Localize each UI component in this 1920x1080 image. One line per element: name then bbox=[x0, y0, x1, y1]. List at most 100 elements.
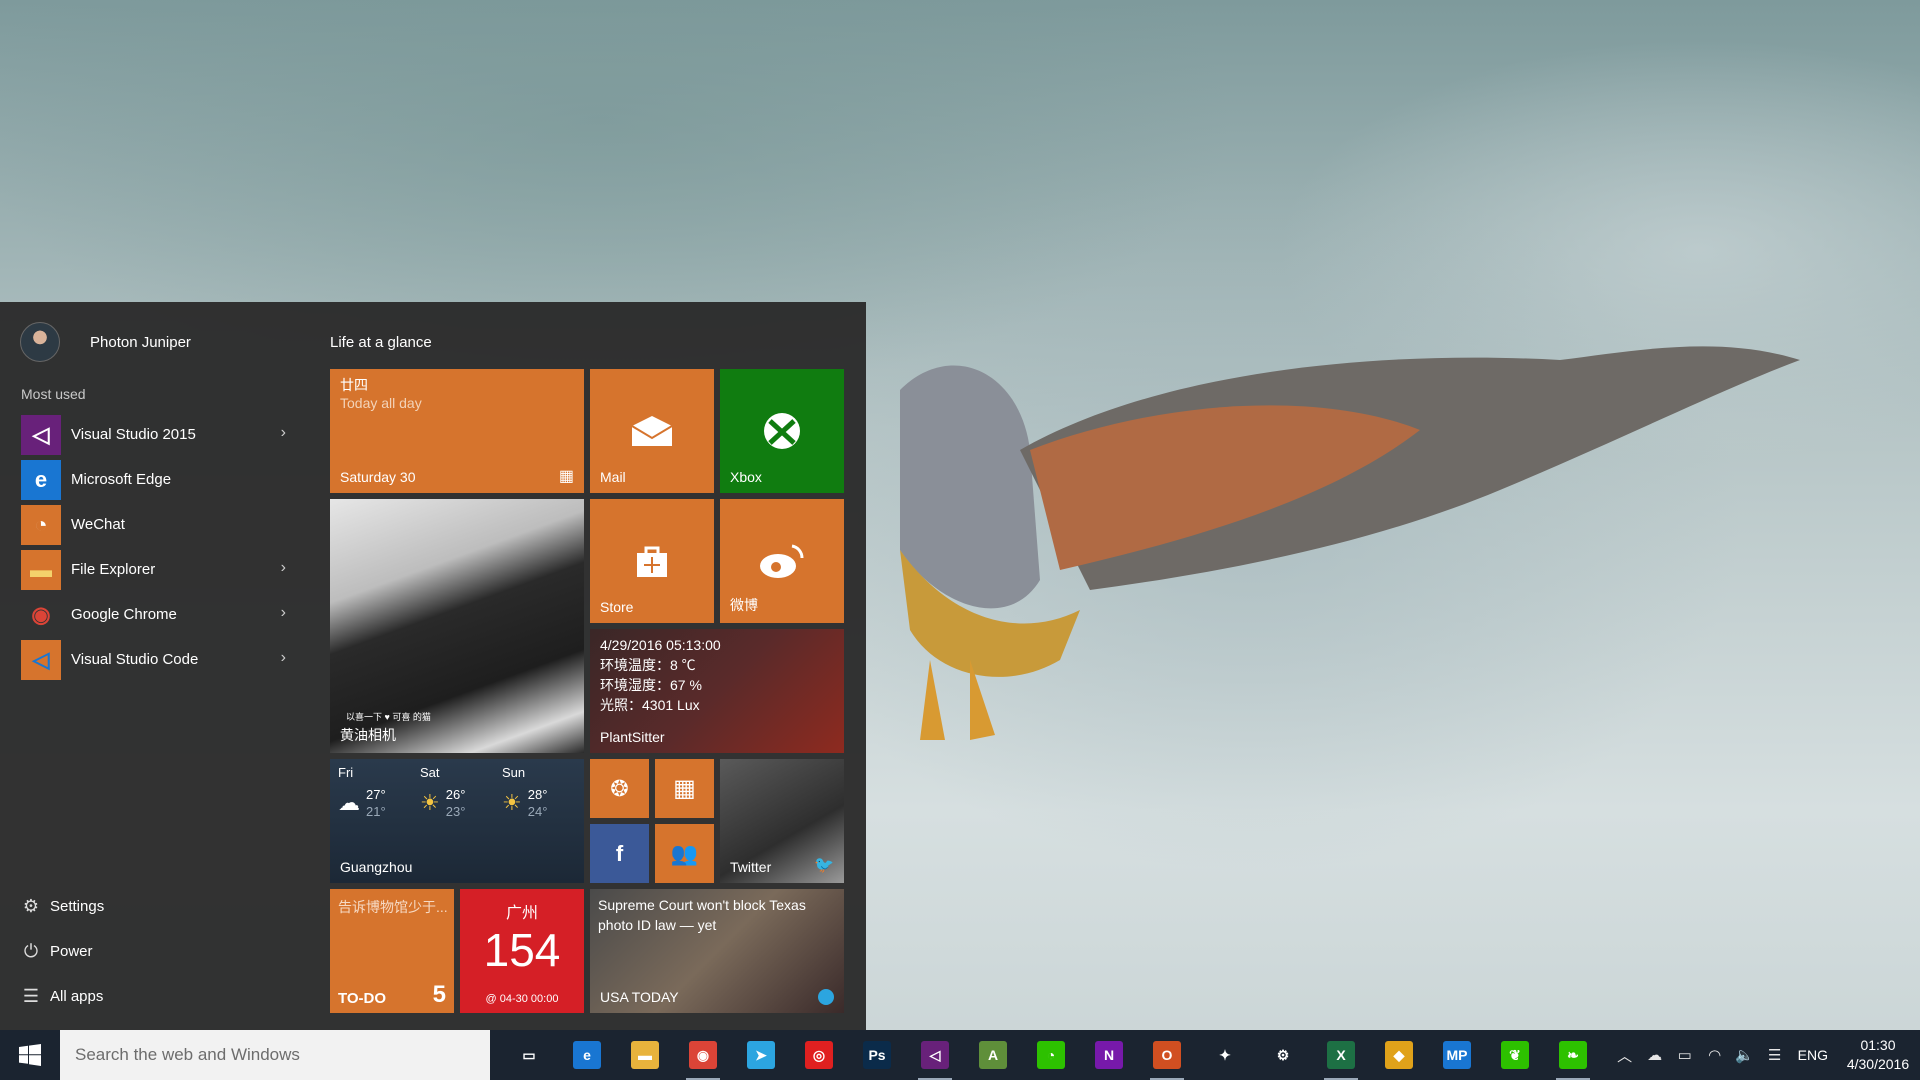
taskbar-app-button[interactable]: ✦ bbox=[1196, 1030, 1254, 1080]
taskbar-app-button[interactable]: ❧ bbox=[1544, 1030, 1602, 1080]
calculator-tile[interactable]: ▦ bbox=[655, 759, 714, 818]
language-indicator[interactable]: ENG bbox=[1798, 1047, 1828, 1063]
search-input[interactable]: Search the web and Windows bbox=[60, 1030, 490, 1080]
leaf-icon: ❦ bbox=[1501, 1041, 1529, 1069]
action-center-icon[interactable]: ☰ bbox=[1760, 1046, 1790, 1064]
all-apps-button[interactable]: ☰ All apps bbox=[20, 974, 104, 1019]
xbox-tile[interactable]: Xbox bbox=[720, 369, 844, 493]
app-item-microsoft-edge[interactable]: e Microsoft Edge bbox=[0, 457, 312, 502]
chevron-up-icon[interactable]: ︿ bbox=[1610, 1045, 1640, 1066]
globe-icon: ❂ bbox=[610, 775, 629, 801]
store-label: Store bbox=[600, 599, 634, 615]
app-label: Visual Studio Code bbox=[71, 651, 199, 668]
todo-tile[interactable]: 告诉博物馆少于... TO-DO 5 bbox=[330, 889, 454, 1013]
twitter-tile[interactable]: Twitter 🐦 bbox=[720, 759, 844, 883]
battery-icon[interactable]: ▭ bbox=[1670, 1046, 1700, 1064]
taskbar-app-button[interactable]: ⚙ bbox=[1254, 1030, 1312, 1080]
start-button[interactable] bbox=[0, 1030, 60, 1080]
news-source: USA TODAY bbox=[600, 989, 679, 1005]
taskbar-app-button[interactable]: ❦ bbox=[1486, 1030, 1544, 1080]
taskbar: Search the web and Windows ▭ e ▬ ◉ ➤ ◎ Ps ◁ A ◔ N O… bbox=[0, 1030, 1920, 1080]
onenote-icon: N bbox=[1095, 1041, 1123, 1069]
taskbar-app-button[interactable]: ◆ bbox=[1370, 1030, 1428, 1080]
photo-app-tile[interactable]: 以喜一下 ♥ 可喜 的猫 黄油相机 bbox=[330, 499, 584, 753]
app-item-visual-studio-2015[interactable]: ◁ Visual Studio 2015 › bbox=[0, 412, 312, 457]
calendar-event: Today all day bbox=[340, 395, 422, 411]
user-account[interactable]: Photon Juniper bbox=[20, 322, 191, 362]
taskbar-app-button[interactable]: ◉ bbox=[674, 1030, 732, 1080]
wallpaper-bird-image bbox=[900, 346, 1800, 740]
taskbar-app-button[interactable]: ➤ bbox=[732, 1030, 790, 1080]
taskbar-app-button[interactable]: ◎ bbox=[790, 1030, 848, 1080]
onedrive-icon[interactable]: ☁ bbox=[1640, 1046, 1670, 1064]
forecast-high: 28° bbox=[527, 787, 548, 802]
app-item-wechat[interactable]: ◔ WeChat bbox=[0, 502, 312, 547]
taskbar-app-button[interactable]: ▭ bbox=[500, 1030, 558, 1080]
todo-label: TO-DO bbox=[338, 990, 387, 1007]
forecast-low: 21° bbox=[366, 804, 386, 819]
app-item-google-chrome[interactable]: ◉ Google Chrome › bbox=[0, 592, 312, 637]
taskbar-app-button[interactable]: ▬ bbox=[616, 1030, 674, 1080]
taskbar-app-button[interactable]: MP bbox=[1428, 1030, 1486, 1080]
taskbar-app-button[interactable]: ◔ bbox=[1022, 1030, 1080, 1080]
power-icon: ⏻ bbox=[23, 941, 39, 961]
all-apps-label: All apps bbox=[50, 988, 104, 1005]
news-tile[interactable]: Supreme Court won't block Texas photo ID… bbox=[590, 889, 844, 1013]
visual-studio-icon: ◁ bbox=[21, 414, 61, 455]
excel-icon: X bbox=[1327, 1041, 1355, 1069]
taskbar-app-button[interactable]: Ps bbox=[848, 1030, 906, 1080]
power-button[interactable]: ⏻ Power bbox=[20, 929, 104, 974]
app-item-visual-studio-code[interactable]: ◁ Visual Studio Code › bbox=[0, 637, 312, 682]
facebook-tile[interactable]: f bbox=[590, 824, 649, 883]
weather-tile[interactable]: Fri ☁ 27° 21° Sat ☀ 26° 23° Sun ☀ 28° 24… bbox=[330, 759, 584, 883]
app-item-file-explorer[interactable]: ▬ File Explorer › bbox=[0, 547, 312, 592]
chevron-right-icon[interactable]: › bbox=[281, 649, 286, 667]
chevron-right-icon[interactable]: › bbox=[281, 604, 286, 622]
air-quality-tile[interactable]: 广州 154 @ 04-30 00:00 bbox=[460, 889, 584, 1013]
twitter-label: Twitter bbox=[730, 859, 772, 875]
people-tile[interactable]: 👥 bbox=[655, 824, 714, 883]
store-tile[interactable]: Store bbox=[590, 499, 714, 623]
chrome-icon: ◉ bbox=[31, 601, 51, 627]
wifi-icon[interactable]: ◠ bbox=[1700, 1046, 1730, 1064]
plantsitter-label: PlantSitter bbox=[600, 729, 665, 745]
chrome-icon: ◉ bbox=[689, 1041, 717, 1069]
forecast-day-name: Fri bbox=[338, 765, 354, 780]
taskbar-app-button[interactable]: ◁ bbox=[906, 1030, 964, 1080]
gear-icon: ⚙ bbox=[22, 896, 40, 916]
taskbar-app-button[interactable]: A bbox=[964, 1030, 1022, 1080]
calendar-tile[interactable]: 廿四 Today all day Saturday 30 ▦ bbox=[330, 369, 584, 493]
forecast-day-name: Sun bbox=[502, 765, 526, 780]
weibo-tile[interactable]: 微博 bbox=[720, 499, 844, 623]
weather-location: Guangzhou bbox=[340, 859, 413, 875]
taskbar-app-button[interactable]: O bbox=[1138, 1030, 1196, 1080]
taskbar-app-button[interactable]: e bbox=[558, 1030, 616, 1080]
air-city: 广州 bbox=[505, 905, 538, 922]
facebook-icon: f bbox=[615, 840, 624, 866]
office-icon: O bbox=[1153, 1041, 1181, 1069]
start-left-pane: Photon Juniper Most used ◁ Visual Studio… bbox=[0, 302, 312, 1030]
plantsitter-temperature: 环境温度：8 ℃ bbox=[600, 657, 696, 673]
forecast-day-name: Sat bbox=[420, 765, 440, 780]
settings-button[interactable]: ⚙ Settings bbox=[20, 884, 104, 929]
calendar-icon: ▦ bbox=[558, 468, 574, 485]
clock[interactable]: 01:30 4/30/2016 bbox=[1836, 1036, 1920, 1074]
taskbar-app-button[interactable]: X bbox=[1312, 1030, 1370, 1080]
start-bottom-items: ⚙ Settings ⏻ Power ☰ All apps bbox=[20, 884, 104, 1019]
mail-tile[interactable]: Mail bbox=[590, 369, 714, 493]
system-tray: ︿ ☁ ▭ ◠ 🔈 ☰ ENG 01:30 4/30/2016 bbox=[1610, 1030, 1920, 1080]
plantsitter-tile[interactable]: 4/29/2016 05:13:00 环境温度：8 ℃ 环境湿度：67 % 光照… bbox=[590, 629, 844, 753]
taskbar-app-button[interactable]: N bbox=[1080, 1030, 1138, 1080]
chevron-right-icon[interactable]: › bbox=[281, 559, 286, 577]
sun-rain-icon: ☀ bbox=[502, 790, 522, 815]
clock-time: 01:30 bbox=[1860, 1037, 1896, 1053]
volume-icon[interactable]: 🔈 bbox=[1730, 1046, 1760, 1064]
small-app-tile[interactable]: ❂ bbox=[590, 759, 649, 818]
git-icon: ◆ bbox=[1385, 1041, 1413, 1069]
calendar-lunar: 廿四 bbox=[340, 377, 368, 393]
chevron-right-icon[interactable]: › bbox=[281, 424, 286, 442]
power-label: Power bbox=[50, 943, 93, 960]
edge-icon: e bbox=[21, 459, 61, 500]
start-menu: Photon Juniper Most used ◁ Visual Studio… bbox=[0, 302, 866, 1030]
forecast-low: 24° bbox=[527, 804, 548, 819]
